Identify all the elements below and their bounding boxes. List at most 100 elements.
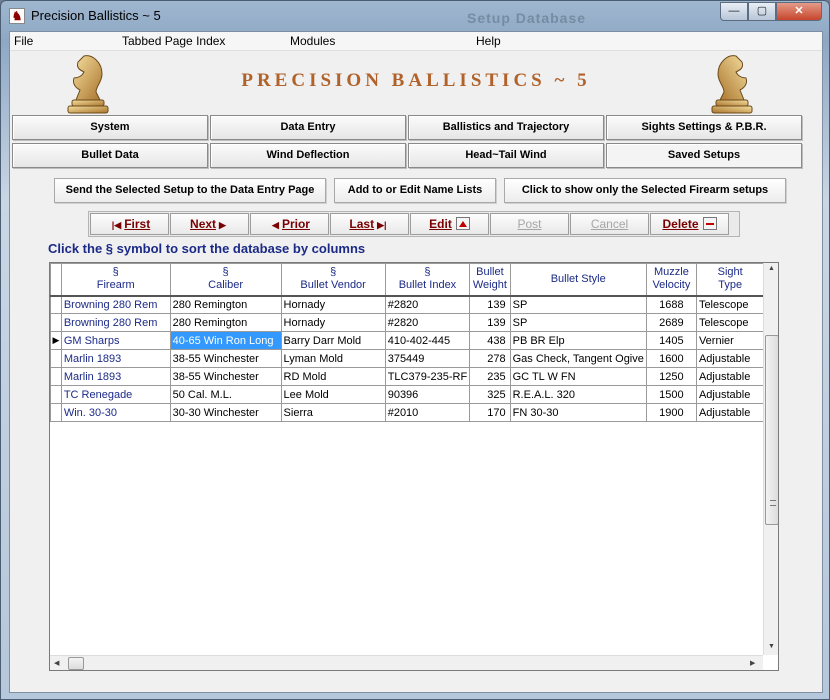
close-button[interactable]: ✕	[776, 2, 822, 21]
cell-sight-type[interactable]: Adjustable	[695, 367, 765, 386]
cell-bullet-vendor[interactable]: Hornady	[280, 313, 386, 332]
cell-bullet-style[interactable]: SP	[509, 313, 647, 332]
cell-bullet-style[interactable]: PB BR Elp	[509, 331, 647, 350]
vertical-scrollbar[interactable]: ▲ ▼	[763, 263, 778, 655]
row-indicator[interactable]	[50, 295, 62, 314]
cell-sight-type[interactable]: Adjustable	[695, 403, 765, 422]
cell-muzzle-velocity[interactable]: 1405	[645, 331, 697, 350]
nav-cancel-button[interactable]: Cancel	[570, 213, 649, 235]
cell-caliber[interactable]: 30-30 Winchester	[169, 403, 282, 422]
title-bar[interactable]: ♞ Precision Ballistics ~ 5 Setup Databas…	[1, 1, 829, 31]
cell-bullet-index[interactable]: #2820	[384, 313, 471, 332]
table-row[interactable]: ▶ GM Sharps 40-65 Win Ron Long Barry Darr M…	[50, 331, 778, 350]
cell-bullet-vendor[interactable]: Sierra	[280, 403, 386, 422]
cell-firearm[interactable]: TC Renegade	[60, 385, 171, 404]
column-header-bullet-style[interactable]: Bullet Style	[509, 263, 647, 297]
cell-bullet-weight[interactable]: 235	[469, 367, 511, 386]
cell-bullet-weight[interactable]: 438	[469, 331, 511, 350]
cell-muzzle-velocity[interactable]: 2689	[645, 313, 697, 332]
cell-sight-type[interactable]: Vernier	[695, 331, 765, 350]
nav-post-button[interactable]: Post	[490, 213, 569, 235]
tab-saved-setups[interactable]: Saved Setups	[606, 143, 802, 168]
cell-bullet-style[interactable]: GC TL W FN	[509, 367, 647, 386]
tab-system[interactable]: System	[12, 115, 208, 140]
cell-bullet-index[interactable]: 410-402-445	[384, 331, 471, 350]
column-header-bullet-weight[interactable]: Bullet Weight	[469, 263, 511, 297]
nav-first-button[interactable]: |◀ First	[90, 213, 169, 235]
filter-firearm-button[interactable]: Click to show only the Selected Firearm …	[504, 178, 786, 203]
cell-bullet-vendor[interactable]: Barry Darr Mold	[280, 331, 386, 350]
cell-muzzle-velocity[interactable]: 1250	[645, 367, 697, 386]
tab-sights-settings[interactable]: Sights Settings & P.B.R.	[606, 115, 802, 140]
row-indicator[interactable]	[50, 367, 62, 386]
cell-bullet-style[interactable]: R.E.A.L. 320	[509, 385, 647, 404]
scroll-down-icon[interactable]: ▼	[768, 643, 775, 650]
cell-caliber[interactable]: 40-65 Win Ron Long	[169, 331, 282, 350]
cell-bullet-weight[interactable]: 139	[469, 313, 511, 332]
cell-bullet-style[interactable]: Gas Check, Tangent Ogive	[509, 349, 647, 368]
table-row[interactable]: Marlin 1893 38-55 Winchester RD Mold TLC379…	[50, 367, 778, 386]
nav-delete-button[interactable]: Delete	[650, 213, 729, 235]
row-indicator[interactable]	[50, 385, 62, 404]
column-header-caliber[interactable]: § Caliber	[169, 263, 282, 297]
cell-caliber[interactable]: 50 Cal. M.L.	[169, 385, 282, 404]
cell-bullet-index[interactable]: 90396	[384, 385, 471, 404]
current-row-indicator-icon[interactable]: ▶	[50, 331, 62, 350]
cell-muzzle-velocity[interactable]: 1600	[645, 349, 697, 368]
scroll-up-icon[interactable]: ▲	[768, 265, 775, 272]
horizontal-scrollbar[interactable]: ◀ ▶	[50, 655, 763, 670]
table-row[interactable]: Browning 280 Rem 280 Remington Hornady #282…	[50, 295, 778, 314]
tab-wind-deflection[interactable]: Wind Deflection	[210, 143, 406, 168]
cell-sight-type[interactable]: Telescope	[695, 295, 765, 314]
maximize-button[interactable]: ▢	[748, 2, 776, 21]
cell-caliber[interactable]: 280 Remington	[169, 313, 282, 332]
nav-last-button[interactable]: Last ▶|	[330, 213, 409, 235]
menu-file[interactable]: File	[14, 34, 33, 48]
nav-next-button[interactable]: Next ▶	[170, 213, 249, 235]
cell-bullet-index[interactable]: #2010	[384, 403, 471, 422]
tab-ballistics-and-trajectory[interactable]: Ballistics and Trajectory	[408, 115, 604, 140]
scroll-left-icon[interactable]: ◀	[54, 659, 59, 667]
cell-caliber[interactable]: 280 Remington	[169, 295, 282, 314]
edit-name-lists-button[interactable]: Add to or Edit Name Lists	[334, 178, 496, 203]
cell-firearm[interactable]: GM Sharps	[60, 331, 171, 350]
row-indicator[interactable]	[50, 349, 62, 368]
table-row[interactable]: Win. 30-30 30-30 Winchester Sierra #2010 170…	[50, 403, 778, 422]
cell-bullet-index[interactable]: 375449	[384, 349, 471, 368]
cell-bullet-weight[interactable]: 170	[469, 403, 511, 422]
cell-bullet-style[interactable]: FN 30-30	[509, 403, 647, 422]
tab-data-entry[interactable]: Data Entry	[210, 115, 406, 140]
nav-edit-button[interactable]: Edit	[410, 213, 489, 235]
cell-caliber[interactable]: 38-55 Winchester	[169, 367, 282, 386]
menu-help[interactable]: Help	[476, 34, 501, 48]
send-setup-button[interactable]: Send the Selected Setup to the Data Entr…	[54, 178, 326, 203]
cell-bullet-vendor[interactable]: Hornady	[280, 295, 386, 314]
column-header-muzzle-velocity[interactable]: Muzzle Velocity	[645, 263, 697, 297]
row-indicator[interactable]	[50, 313, 62, 332]
cell-sight-type[interactable]: Adjustable	[695, 349, 765, 368]
cell-sight-type[interactable]: Telescope	[695, 313, 765, 332]
row-indicator[interactable]	[50, 403, 62, 422]
cell-bullet-index[interactable]: #2820	[384, 295, 471, 314]
menu-modules[interactable]: Modules	[290, 34, 335, 48]
tab-bullet-data[interactable]: Bullet Data	[12, 143, 208, 168]
column-header-bullet-index[interactable]: § Bullet Index	[384, 263, 471, 297]
cell-firearm[interactable]: Browning 280 Rem	[60, 313, 171, 332]
cell-bullet-weight[interactable]: 278	[469, 349, 511, 368]
cell-caliber[interactable]: 38-55 Winchester	[169, 349, 282, 368]
cell-muzzle-velocity[interactable]: 1688	[645, 295, 697, 314]
cell-bullet-weight[interactable]: 325	[469, 385, 511, 404]
menu-tabbed-page-index[interactable]: Tabbed Page Index	[122, 34, 225, 48]
column-header-sight-type[interactable]: Sight Type	[695, 263, 765, 297]
nav-prior-button[interactable]: ◀ Prior	[250, 213, 329, 235]
cell-firearm[interactable]: Win. 30-30	[60, 403, 171, 422]
cell-firearm[interactable]: Marlin 1893	[60, 367, 171, 386]
table-row[interactable]: Marlin 1893 38-55 Winchester Lyman Mold 375…	[50, 349, 778, 368]
cell-bullet-vendor[interactable]: Lee Mold	[280, 385, 386, 404]
scroll-right-icon[interactable]: ▶	[750, 659, 755, 667]
column-header-firearm[interactable]: § Firearm	[60, 263, 171, 297]
table-row[interactable]: TC Renegade 50 Cal. M.L. Lee Mold 90396 325 R…	[50, 385, 778, 404]
cell-bullet-style[interactable]: SP	[509, 295, 647, 314]
cell-muzzle-velocity[interactable]: 1900	[645, 403, 697, 422]
minimize-button[interactable]: —	[720, 2, 748, 21]
